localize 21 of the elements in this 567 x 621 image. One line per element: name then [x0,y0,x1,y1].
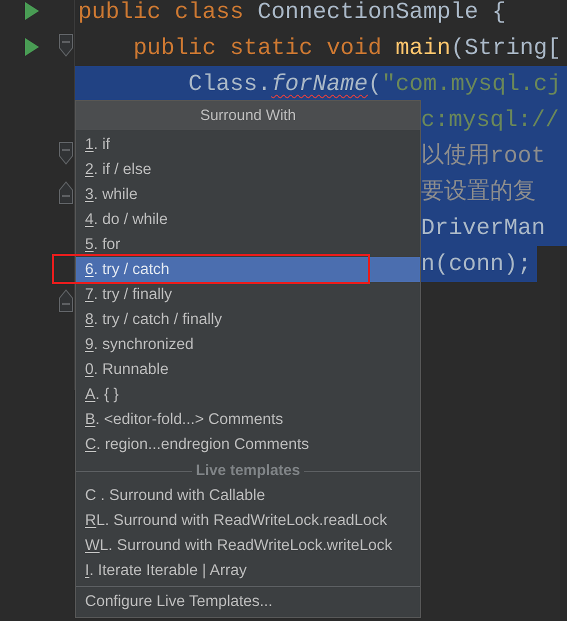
menu-item[interactable]: 0. Runnable [76,357,420,382]
section-heading: Live templates [196,460,300,481]
menu-item[interactable]: 8. try / catch / finally [76,307,420,332]
menu-item[interactable]: 6. try / catch [76,257,420,282]
menu-item[interactable]: 9. synchronized [76,332,420,357]
menu-item[interactable]: RL. Surround with ReadWriteLock.readLock [76,508,420,533]
menu-item[interactable]: A. { } [76,382,420,407]
code-line: public class ConnectionSample { [77,0,507,27]
menu-item[interactable]: B. <editor-fold...> Comments [76,407,420,432]
menu-item[interactable]: WL. Surround with ReadWriteLock.writeLock [76,533,420,558]
menu-item[interactable]: C . Surround with Callable [76,483,420,508]
menu-item[interactable]: Configure Live Templates... [76,589,420,614]
menu-item[interactable]: I. Iterate Iterable | Array [76,558,420,583]
code-line: public static void main(String[ [132,34,562,63]
menu-item[interactable]: 3. while [76,182,420,207]
menu-item[interactable]: 7. try / finally [76,282,420,307]
run-icon[interactable] [25,38,39,56]
menu-item[interactable]: C. region...endregion Comments [76,432,420,457]
menu-item[interactable]: 4. do / while [76,207,420,232]
popup-title: Surround With [76,101,420,130]
run-icon[interactable] [25,2,39,20]
